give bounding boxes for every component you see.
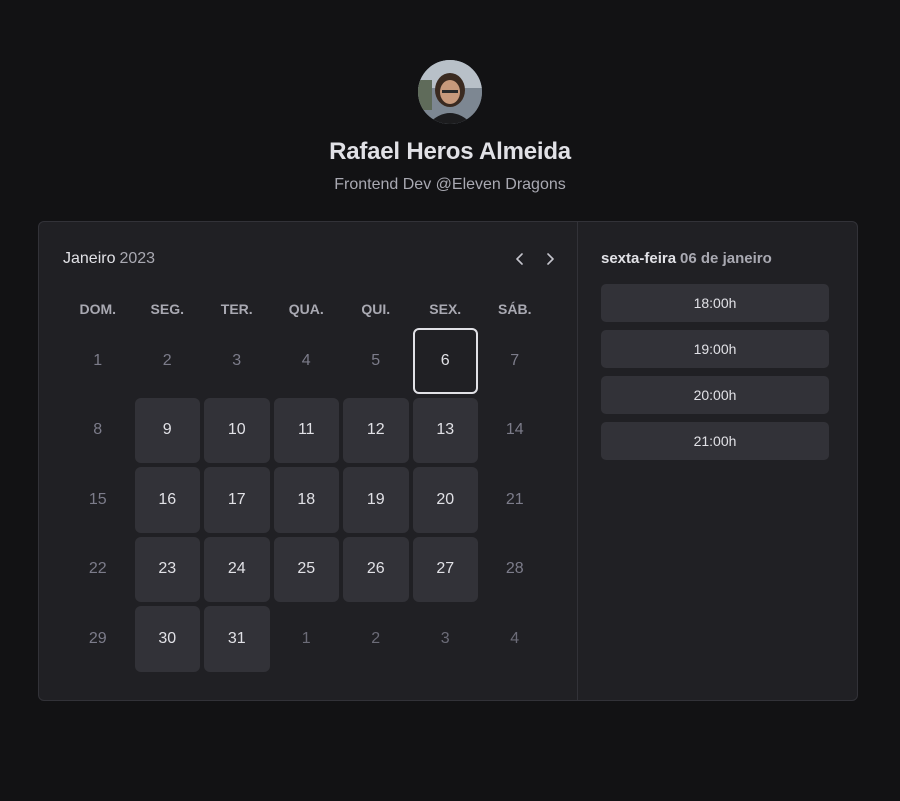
calendar-day[interactable]: 25 [273,536,339,602]
calendar-day[interactable]: 11 [273,397,339,463]
calendar-day: 4 [301,351,311,369]
selected-weekday: sexta-feira [601,250,677,267]
calendar-day: 15 [88,490,107,508]
calendar-day: 22 [88,560,107,578]
calendar: Janeiro 2023 DOM. SEG. TER. QUA. QUI. SEX. SÁB.… [39,222,578,700]
calendar-day-selected[interactable]: 6 [412,328,478,394]
chevron-left-icon [516,253,523,265]
profile-name: Rafael Heros Almeida [329,138,571,165]
calendar-day[interactable]: 9 [134,397,200,463]
calendar-day[interactable]: 16 [134,467,200,533]
calendar-day: 2 [371,629,381,647]
calendar-month: Janeiro [63,250,116,267]
calendar-day: 3 [440,629,450,647]
calendar-day[interactable]: 18 [273,467,339,533]
calendar-day[interactable]: 30 [134,606,200,672]
calendar-day: 3 [232,351,242,369]
calendar-nav [509,248,561,270]
calendar-title: Janeiro 2023 [63,250,155,268]
selected-date: 06 de janeiro [680,250,772,267]
time-slot-button[interactable]: 21:00h [601,422,829,460]
calendar-day: 28 [505,560,524,578]
calendar-day[interactable]: 31 [204,606,270,672]
calendar-day[interactable]: 10 [204,397,270,463]
calendar-day[interactable]: 27 [412,536,478,602]
weekday-label: TER. [220,301,253,317]
weekday-label: QUA. [288,301,324,317]
calendar-day: 14 [505,421,524,439]
weekday-header-row: DOM. SEG. TER. QUA. QUI. SEX. SÁB. [65,300,548,318]
weekday-label: DOM. [79,301,117,317]
calendar-day: 1 [301,629,311,647]
weekday-label: SÁB. [498,301,532,317]
time-slot-button[interactable]: 18:00h [601,284,829,322]
calendar-day: 8 [93,421,103,439]
profile-bio: Frontend Dev @Eleven Dragons [334,176,566,193]
calendar-day[interactable]: 13 [412,397,478,463]
scheduler-panel: Janeiro 2023 DOM. SEG. TER. QUA. QUI. SEX. SÁB.… [38,221,858,701]
calendar-day[interactable]: 12 [343,397,409,463]
calendar-year: 2023 [119,250,156,267]
calendar-day: 2 [162,351,172,369]
time-slot-button[interactable]: 20:00h [601,376,829,414]
previous-month-button[interactable] [509,248,531,270]
calendar-day: 29 [88,629,107,647]
calendar-day[interactable]: 17 [204,467,270,533]
time-list: 18:00h 19:00h 20:00h 21:00h [601,284,829,460]
calendar-day: 7 [510,351,520,369]
calendar-day: 1 [93,351,103,369]
calendar-day[interactable]: 23 [134,536,200,602]
calendar-day[interactable]: 19 [343,467,409,533]
calendar-day: 4 [510,629,520,647]
calendar-days-grid: 1 2 3 4 5 6 7 8 9 10 11 12 13 14 15 16 17 18 19 20 21 22 23 24 2… [65,328,548,672]
calendar-day: 21 [505,490,524,508]
selected-date-header: sexta-feira 06 de janeiro [601,250,772,267]
calendar-day: 5 [371,351,381,369]
chevron-right-icon [547,253,554,265]
weekday-label: SEX. [429,301,462,317]
avatar [418,60,482,124]
calendar-day[interactable]: 20 [412,467,478,533]
time-picker: sexta-feira 06 de janeiro 18:00h 19:00h 20:… [578,222,857,700]
profile-header: Rafael Heros Almeida Frontend Dev @Eleve… [0,60,900,194]
weekday-label: QUI. [361,301,391,317]
calendar-day[interactable]: 26 [343,536,409,602]
calendar-day[interactable]: 24 [204,536,270,602]
calendar-header: Janeiro 2023 [63,248,554,270]
next-month-button[interactable] [539,248,561,270]
weekday-label: SEG. [150,301,184,317]
time-slot-button[interactable]: 19:00h [601,330,829,368]
